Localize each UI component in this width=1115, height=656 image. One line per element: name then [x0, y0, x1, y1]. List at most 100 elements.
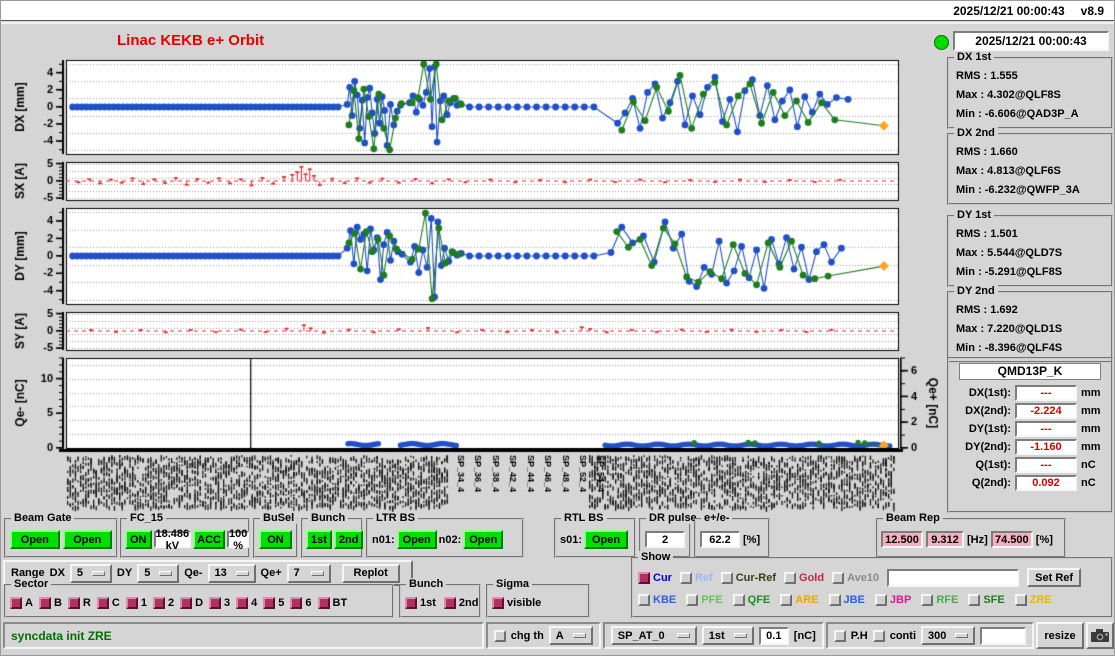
show-label: Gold	[799, 571, 825, 584]
group-show: Show Cur Ref Cur-Ref Gold Ave10 Set Ref KBE P…	[631, 551, 1113, 618]
show-qfe: QFE	[732, 594, 770, 606]
sector-checkbox-bt[interactable]	[317, 596, 330, 609]
show-checkbox-jbe[interactable]	[828, 594, 841, 606]
option-menu-dash-icon	[955, 633, 968, 638]
range-dy-label: DY	[116, 567, 133, 579]
show-checkbox-ref[interactable]	[679, 571, 692, 584]
beam-gate-open-button-2[interactable]: Open	[62, 530, 112, 549]
sp-select-panel: SP_AT_0 1st 0.1 [nC]	[602, 622, 824, 649]
sector-checkbox-c[interactable]	[96, 596, 109, 609]
stats-max: Max : 4.302@QLF8S	[956, 89, 1061, 101]
sector-checkbox-4[interactable]	[236, 596, 249, 609]
chg-th-dropdown[interactable]: A	[548, 626, 593, 645]
sector-checkbox-3[interactable]	[209, 596, 222, 609]
monitor-value-field: ---	[1015, 385, 1077, 401]
stats-rms: RMS : 1.692	[956, 304, 1018, 316]
sector-6: 6	[290, 596, 312, 609]
sector-label: R	[82, 596, 91, 609]
sector-checkbox-r[interactable]	[67, 596, 80, 609]
stats-group-dy-1st: DY 1st RMS : 1.501 Max : 5.544@QLD7S Min : …	[947, 209, 1113, 287]
show-checkbox-sfe[interactable]	[968, 594, 981, 606]
show-checkbox-qfe[interactable]	[732, 594, 745, 606]
show-checkbox-are[interactable]	[780, 594, 793, 606]
show-checkbox-pfe[interactable]	[686, 594, 699, 606]
beam-rep-value-3: 74.500	[990, 531, 1033, 548]
range-dy-dropdown[interactable]: 5	[137, 563, 180, 583]
group-title: Beam Rep	[883, 512, 943, 524]
range-qem-dropdown[interactable]: 13	[207, 563, 256, 583]
replot-button[interactable]: Replot	[341, 563, 400, 583]
rtl-s01-open-button[interactable]: Open	[584, 530, 629, 549]
sector-2: 2	[152, 596, 174, 609]
sector-checkbox-a[interactable]	[10, 596, 22, 609]
monitor-value-field: 0.092	[1015, 475, 1077, 491]
sector-checkbox-1[interactable]	[125, 596, 138, 609]
sector-checkbox-d[interactable]	[180, 596, 193, 609]
ratio-readout: 62.2	[700, 531, 740, 548]
show-checkbox-rfe[interactable]	[921, 594, 934, 606]
monitor-row-label: DX(2nd):	[965, 405, 1011, 417]
show-gold: Gold	[784, 571, 825, 584]
resize-button[interactable]: resize	[1036, 622, 1084, 649]
stats-group-dy-2nd: DY 2nd RMS : 1.692 Max : 7.220@QLD1S Min : …	[947, 285, 1113, 363]
bunch-1st-button[interactable]: 1st	[306, 530, 332, 549]
bunch-select-checkbox-1st[interactable]	[405, 596, 417, 609]
stats-min: Min : -5.291@QLF8S	[956, 266, 1063, 278]
monitor-row-label: DX(1st):	[968, 387, 1011, 399]
group-title: e+/e-	[701, 512, 733, 524]
show-ave10: Ave10	[832, 571, 880, 584]
show-jbe: JBE	[828, 594, 865, 606]
fc15-on-button[interactable]: ON	[125, 530, 152, 549]
sigma-checkbox-visible[interactable]	[492, 596, 504, 609]
status-led-icon	[934, 35, 949, 50]
fc15-kv-readout: 18.486 kV	[153, 527, 192, 552]
show-label: RFE	[936, 594, 959, 606]
interval-dropdown[interactable]: 300	[921, 626, 975, 645]
dr-pulse-field[interactable]: 2	[645, 531, 685, 548]
bunch-select-checkbox-2nd[interactable]	[443, 596, 456, 609]
blank-input[interactable]	[980, 626, 1026, 645]
bunch-select-label: 2nd	[458, 596, 479, 609]
fc15-acc-button[interactable]: ACC	[193, 530, 225, 549]
sigma-visible: visible	[492, 596, 541, 609]
sector-checkbox-2[interactable]	[152, 596, 165, 609]
show-cur: Cur	[638, 571, 672, 584]
show-jbp: JBP	[874, 594, 911, 606]
threshold-field[interactable]: 0.1	[758, 626, 789, 645]
ltr-n02-open-button[interactable]: Open	[463, 530, 504, 549]
show-checkbox-cur[interactable]	[638, 571, 650, 584]
range-qep-dropdown[interactable]: 7	[286, 563, 331, 583]
show-checkbox-cur-ref[interactable]	[720, 571, 733, 584]
sp-dropdown[interactable]: SP_AT_0	[610, 626, 697, 645]
show-checkbox-kbe[interactable]	[638, 594, 650, 606]
monitor-row-label: DY(2nd):	[965, 441, 1011, 453]
sector-3: 3	[209, 596, 230, 609]
show-checkbox-zre[interactable]	[1014, 594, 1027, 606]
sector-checkbox-5[interactable]	[263, 596, 276, 609]
sector-label: D	[195, 596, 204, 609]
show-label: Ave10	[847, 571, 880, 584]
camera-button[interactable]	[1086, 622, 1114, 649]
show-checkbox-ave10[interactable]	[832, 571, 845, 584]
monitor-row: DY(2nd): -1.160 mm	[953, 439, 1107, 455]
ph-checkbox[interactable]	[833, 629, 846, 642]
sector-checkbox-6[interactable]	[290, 596, 303, 609]
sector-label: A	[25, 596, 33, 609]
busel-on-button[interactable]: ON	[259, 530, 292, 549]
show-checkbox-jbp[interactable]	[874, 594, 887, 606]
conti-checkbox[interactable]	[872, 629, 885, 642]
beam-rep-value-2: 9.312	[926, 531, 964, 548]
bunch-2nd-button[interactable]: 2nd	[333, 530, 364, 549]
ltr-n01-open-button[interactable]: Open	[396, 530, 437, 549]
beam-gate-open-button-1[interactable]: Open	[10, 530, 60, 549]
show-checkbox-gold[interactable]	[784, 571, 797, 584]
sector-checkbox-b[interactable]	[38, 596, 51, 609]
ref-name-input[interactable]	[887, 568, 1020, 587]
chg-th-checkbox[interactable]	[493, 629, 506, 642]
bunch-dropdown[interactable]: 1st	[701, 626, 754, 645]
group-title: Sector	[11, 578, 52, 590]
range-dx-dropdown[interactable]: 5	[69, 563, 112, 583]
set-ref-button[interactable]: Set Ref	[1027, 568, 1082, 587]
titlebar-version: v8.9	[1080, 3, 1104, 18]
option-menu-dash-icon	[733, 633, 747, 638]
